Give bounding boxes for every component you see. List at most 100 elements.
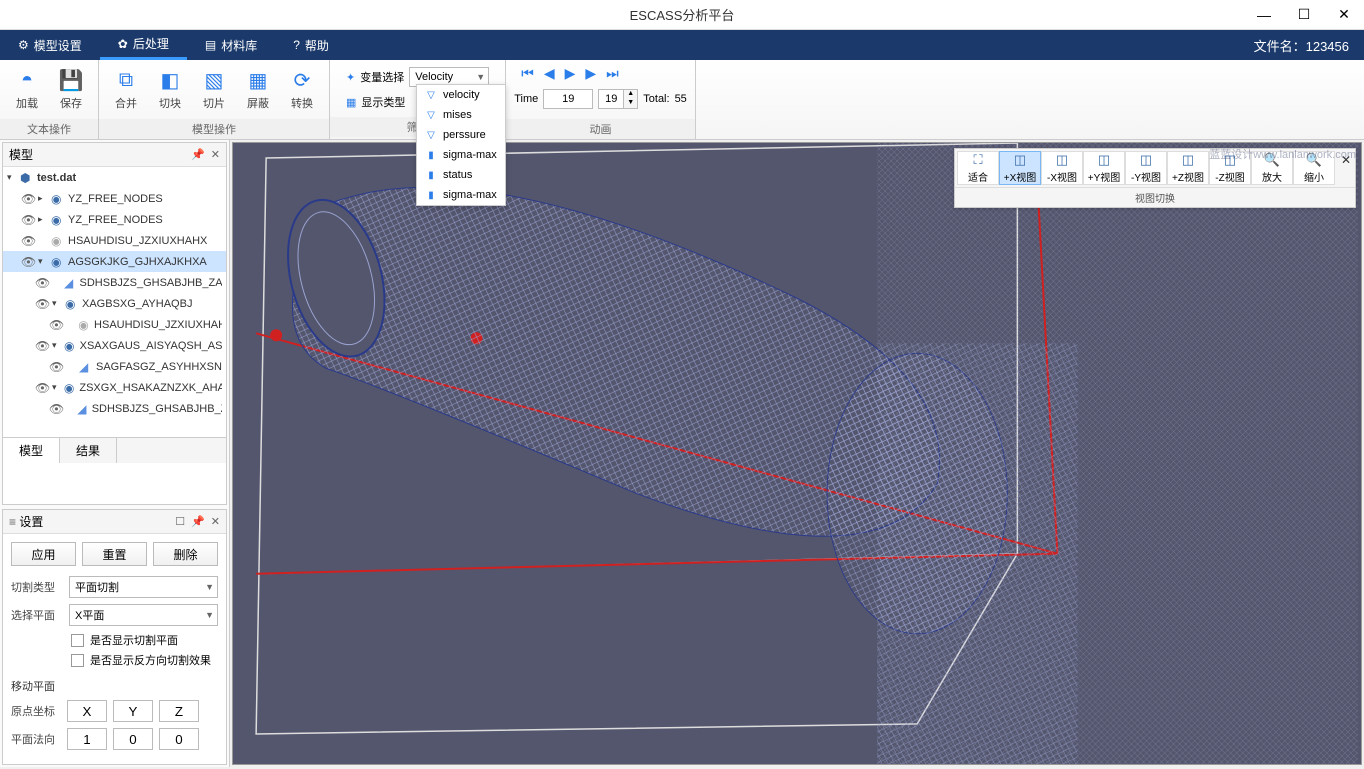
- expand-icon[interactable]: ▾: [52, 298, 62, 309]
- menu-item[interactable]: ⚙模型设置: [0, 30, 100, 60]
- spinner-down-icon[interactable]: ▼: [624, 99, 637, 108]
- step-back-icon[interactable]: ◀: [544, 65, 555, 82]
- normal-label: 平面法向: [11, 731, 61, 747]
- tree-item[interactable]: 👁◢SDHSBJZS_GHSABJHB_ZAHU: [3, 398, 226, 419]
- normal-x-input[interactable]: [67, 728, 107, 750]
- origin-x-input[interactable]: [67, 700, 107, 722]
- tree-item[interactable]: 👁▸◉YZ_FREE_NODES: [3, 188, 226, 209]
- tree-item[interactable]: 👁◢SAGFASGZ_ASYHHXSN: [3, 356, 226, 377]
- apply-button[interactable]: 应用: [11, 542, 76, 566]
- view-button[interactable]: ◫+Z视图: [1167, 151, 1209, 185]
- origin-z-input[interactable]: [159, 700, 199, 722]
- pin-icon[interactable]: 📌: [191, 148, 205, 161]
- load-button[interactable]: ◓加载: [5, 66, 49, 113]
- tree-item[interactable]: 👁◉HSAUHDISU_JZXIUXHAHX: [3, 314, 226, 335]
- save-icon: 💾: [59, 68, 83, 92]
- tree-item[interactable]: 👁▾◉AGSGKJKG_GJHXAJKHXA: [3, 251, 226, 272]
- time-input[interactable]: [543, 89, 593, 109]
- variable-option[interactable]: ▽mises: [417, 105, 505, 125]
- origin-y-input[interactable]: [113, 700, 153, 722]
- normal-y-input[interactable]: [113, 728, 153, 750]
- menu-item[interactable]: ?帮助: [275, 30, 347, 60]
- cut-type-select[interactable]: 平面切割▼: [69, 576, 218, 598]
- visibility-icon[interactable]: 👁: [49, 402, 63, 416]
- merge-button[interactable]: ⧉合并: [104, 66, 148, 113]
- visibility-icon[interactable]: 👁: [35, 339, 49, 353]
- variable-option[interactable]: ▮sigma-max: [417, 185, 505, 205]
- shield-button[interactable]: ▦屏蔽: [236, 66, 280, 113]
- expand-icon[interactable]: ▾: [38, 256, 48, 267]
- skip-end-icon[interactable]: ⏭: [606, 65, 619, 82]
- frame-spinner[interactable]: ▲▼: [598, 89, 638, 109]
- slice-block-button[interactable]: ◧切块: [148, 66, 192, 113]
- dropdown-arrow-icon: ▼: [205, 610, 214, 620]
- tree-item[interactable]: 👁▾◉ZSXGX_HSAKAZNZXK_AHASX: [3, 377, 226, 398]
- tree-item[interactable]: 👁▸◉YZ_FREE_NODES: [3, 209, 226, 230]
- pin-icon[interactable]: 📌: [191, 515, 205, 528]
- visibility-icon[interactable]: 👁: [21, 234, 35, 248]
- view-button[interactable]: ⛶适合: [957, 151, 999, 185]
- plane-select[interactable]: X平面▼: [69, 604, 218, 626]
- maximize-button[interactable]: ☐: [1284, 0, 1324, 30]
- node-icon: ◉: [51, 234, 65, 248]
- watermark: 蓝蓝设计www.lanlanwork.com: [1209, 146, 1356, 162]
- show-cut-plane-checkbox[interactable]: [71, 634, 84, 647]
- spinner-up-icon[interactable]: ▲: [624, 90, 637, 99]
- shield-icon: ▦: [246, 68, 270, 92]
- view-icon: ◫: [1056, 152, 1068, 168]
- reset-button[interactable]: 重置: [82, 542, 147, 566]
- expand-icon[interactable]: ▸: [38, 214, 48, 225]
- tree-item[interactable]: 👁▾◉XSAXGAUS_AISYAQSH_ASHX: [3, 335, 226, 356]
- tree-item[interactable]: 👁◢SDHSBJZS_GHSABJHB_ZAHU: [3, 272, 226, 293]
- expand-icon[interactable]: ▾: [52, 340, 61, 351]
- visibility-icon[interactable]: 👁: [21, 192, 35, 206]
- variable-option[interactable]: ▽perssure: [417, 125, 505, 145]
- expand-icon[interactable]: ▾: [7, 172, 17, 183]
- menu-item[interactable]: ✿后处理: [100, 30, 187, 60]
- tree-root[interactable]: ▾ ⬢ test.dat: [3, 167, 226, 188]
- normal-z-input[interactable]: [159, 728, 199, 750]
- delete-button[interactable]: 删除: [153, 542, 218, 566]
- visibility-icon[interactable]: 👁: [35, 276, 49, 290]
- tab-模型[interactable]: 模型: [3, 438, 60, 463]
- convert-button[interactable]: ⟳转换: [280, 66, 324, 113]
- view-button[interactable]: ◫-X视图: [1041, 151, 1083, 185]
- node-icon: ◉: [64, 339, 77, 353]
- panel-close-icon[interactable]: ✕: [211, 515, 220, 528]
- variable-option[interactable]: ▽velocity: [417, 85, 505, 105]
- skip-start-icon[interactable]: ⏮: [521, 65, 534, 82]
- visibility-icon[interactable]: 👁: [35, 297, 49, 311]
- tree-item[interactable]: 👁◉HSAUHDISU_JZXIUXHAHX: [3, 230, 226, 251]
- menu-icon: ▤: [205, 38, 216, 52]
- slice-button[interactable]: ▧切片: [192, 66, 236, 113]
- show-reverse-label: 是否显示反方向切割效果: [90, 652, 211, 668]
- variable-option[interactable]: ▮sigma-max: [417, 145, 505, 165]
- view-button[interactable]: ◫-Y视图: [1125, 151, 1167, 185]
- tab-结果[interactable]: 结果: [60, 438, 117, 463]
- cut-type-label: 切割类型: [11, 579, 61, 595]
- expand-icon[interactable]: ▸: [38, 193, 48, 204]
- minimize-button[interactable]: —: [1244, 0, 1284, 30]
- panel-expand-icon[interactable]: ☐: [175, 515, 185, 528]
- show-reverse-checkbox[interactable]: [71, 654, 84, 667]
- menu-item[interactable]: ▤材料库: [187, 30, 275, 60]
- 3d-viewport[interactable]: 蓝蓝设计www.lanlanwork.com: [232, 142, 1362, 765]
- save-button[interactable]: 💾保存: [49, 66, 93, 113]
- view-button[interactable]: ◫+X视图: [999, 151, 1041, 185]
- play-icon[interactable]: ▶: [565, 65, 576, 82]
- visibility-icon[interactable]: 👁: [49, 360, 63, 374]
- visibility-icon[interactable]: 👁: [21, 255, 35, 269]
- step-forward-icon[interactable]: ▶: [585, 65, 596, 82]
- view-button[interactable]: ◫+Y视图: [1083, 151, 1125, 185]
- node-icon: ◉: [78, 318, 91, 332]
- origin-label: 原点坐标: [11, 703, 61, 719]
- move-plane-label: 移动平面: [11, 678, 218, 694]
- panel-close-icon[interactable]: ✕: [211, 148, 220, 161]
- variable-option[interactable]: ▮status: [417, 165, 505, 185]
- visibility-icon[interactable]: 👁: [35, 381, 49, 395]
- close-button[interactable]: ✕: [1324, 0, 1364, 30]
- visibility-icon[interactable]: 👁: [49, 318, 63, 332]
- tree-item[interactable]: 👁▾◉XAGBSXG_AYHAQBJ: [3, 293, 226, 314]
- expand-icon[interactable]: ▾: [52, 382, 61, 393]
- visibility-icon[interactable]: 👁: [21, 213, 35, 227]
